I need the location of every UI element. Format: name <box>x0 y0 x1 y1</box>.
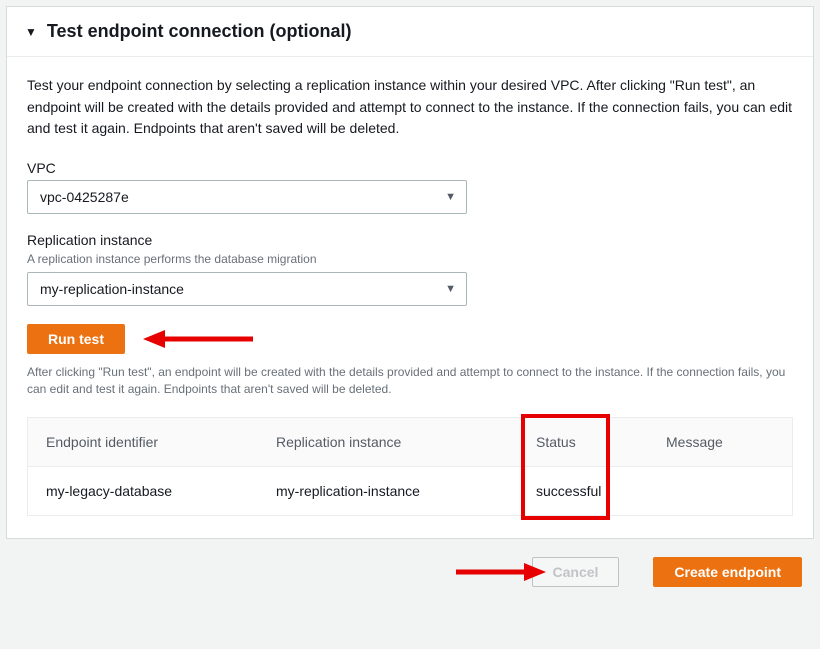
td-message <box>648 475 792 507</box>
chevron-down-icon: ▼ <box>445 283 456 295</box>
intro-text: Test your endpoint connection by selecti… <box>27 75 793 140</box>
run-test-button[interactable]: Run test <box>27 324 125 354</box>
table-header-row: Endpoint identifier Replication instance… <box>28 418 792 467</box>
th-endpoint: Endpoint identifier <box>28 418 258 466</box>
td-endpoint: my-legacy-database <box>28 467 258 515</box>
vpc-field: VPC vpc-0425287e ▼ <box>27 160 793 214</box>
footer-arrow <box>456 560 546 584</box>
test-connection-panel: ▼ Test endpoint connection (optional) Te… <box>6 6 814 539</box>
vpc-select[interactable]: vpc-0425287e ▼ <box>27 180 467 214</box>
th-status: Status <box>518 418 648 466</box>
td-replication: my-replication-instance <box>258 467 518 515</box>
chevron-down-icon: ▼ <box>445 191 456 203</box>
panel-body: Test your endpoint connection by selecti… <box>7 57 813 538</box>
results-table: Endpoint identifier Replication instance… <box>27 417 793 516</box>
table-row: my-legacy-database my-replication-instan… <box>28 467 792 515</box>
replication-help: A replication instance performs the data… <box>27 252 793 266</box>
arrow-left-icon <box>143 327 253 351</box>
run-test-row: Run test <box>27 324 793 354</box>
run-test-help: After clicking "Run test", an endpoint w… <box>27 364 793 399</box>
arrow-right-icon <box>456 560 546 584</box>
replication-field: Replication instance A replication insta… <box>27 232 793 306</box>
th-replication: Replication instance <box>258 418 518 466</box>
vpc-value: vpc-0425287e <box>40 189 129 205</box>
create-endpoint-button[interactable]: Create endpoint <box>653 557 802 587</box>
vpc-label: VPC <box>27 160 793 176</box>
replication-value: my-replication-instance <box>40 281 184 297</box>
caret-down-icon: ▼ <box>25 25 37 39</box>
panel-header[interactable]: ▼ Test endpoint connection (optional) <box>7 7 813 57</box>
replication-select[interactable]: my-replication-instance ▼ <box>27 272 467 306</box>
replication-label: Replication instance <box>27 232 793 248</box>
td-status: successful <box>518 467 648 515</box>
th-message: Message <box>648 418 792 466</box>
panel-title: Test endpoint connection (optional) <box>47 21 352 42</box>
footer-actions: Cancel Create endpoint <box>0 539 820 587</box>
